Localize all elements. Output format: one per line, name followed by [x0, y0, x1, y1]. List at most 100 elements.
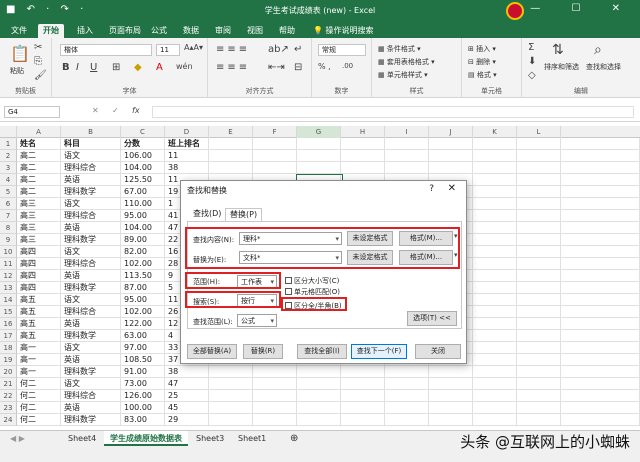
- table-cell[interactable]: 高三: [17, 234, 61, 246]
- table-cell[interactable]: 理科数学: [61, 366, 121, 378]
- table-cell[interactable]: [253, 138, 297, 150]
- table-cell[interactable]: 38: [165, 366, 209, 378]
- table-cell[interactable]: [297, 366, 341, 378]
- tab-find[interactable]: 查找(D): [189, 208, 225, 221]
- table-cell[interactable]: [341, 150, 385, 162]
- table-cell[interactable]: 高三: [17, 222, 61, 234]
- row-header[interactable]: 5: [0, 186, 17, 198]
- table-cell[interactable]: [253, 162, 297, 174]
- row-header[interactable]: 22: [0, 390, 17, 402]
- find-select-button[interactable]: 查找和选择: [586, 62, 621, 72]
- table-cell[interactable]: 何二: [17, 390, 61, 402]
- row-header[interactable]: 11: [0, 258, 17, 270]
- table-cell[interactable]: [297, 390, 341, 402]
- row-header[interactable]: 18: [0, 342, 17, 354]
- table-cell[interactable]: [473, 186, 517, 198]
- table-cell[interactable]: 高五: [17, 318, 61, 330]
- sheet-nav-arrows[interactable]: ◀ ▶: [4, 431, 31, 446]
- paste-button[interactable]: 粘贴: [10, 66, 24, 76]
- table-cell[interactable]: [473, 306, 517, 318]
- table-cell[interactable]: [209, 150, 253, 162]
- copy-icon[interactable]: ⎘: [34, 56, 42, 67]
- table-cell[interactable]: 英语: [61, 354, 121, 366]
- table-cell[interactable]: [341, 138, 385, 150]
- table-cell[interactable]: [517, 366, 561, 378]
- sort-filter-icon[interactable]: ⇅: [552, 42, 564, 58]
- table-cell[interactable]: 高二: [17, 150, 61, 162]
- close-button[interactable]: 关闭: [415, 344, 461, 359]
- look-in-select[interactable]: 公式 ▾: [237, 314, 277, 327]
- tab-view[interactable]: 视图: [242, 24, 268, 38]
- sheet-tab[interactable]: Sheet4: [62, 431, 102, 446]
- row-header[interactable]: 20: [0, 366, 17, 378]
- replace-button[interactable]: 替换(R): [243, 344, 283, 359]
- table-cell[interactable]: 高二: [17, 162, 61, 174]
- table-cell[interactable]: 91.00: [121, 366, 165, 378]
- table-cell[interactable]: [517, 210, 561, 222]
- table-cell[interactable]: [209, 162, 253, 174]
- table-cell[interactable]: [297, 150, 341, 162]
- row-header[interactable]: 12: [0, 270, 17, 282]
- column-header[interactable]: G: [297, 126, 341, 138]
- column-header[interactable]: D: [165, 126, 209, 138]
- table-header-cell[interactable]: 科目: [61, 138, 121, 150]
- tab-replace[interactable]: 替换(P): [225, 208, 263, 221]
- table-cell[interactable]: [253, 150, 297, 162]
- table-cell[interactable]: 理科数学: [61, 414, 121, 426]
- table-cell[interactable]: [561, 246, 640, 258]
- table-cell[interactable]: [209, 138, 253, 150]
- table-header-cell[interactable]: 班上排名: [165, 138, 209, 150]
- table-cell[interactable]: 高二: [17, 174, 61, 186]
- row-header[interactable]: 15: [0, 306, 17, 318]
- table-cell[interactable]: [561, 354, 640, 366]
- sort-filter-button[interactable]: 排序和筛选: [544, 62, 579, 72]
- table-cell[interactable]: [561, 198, 640, 210]
- table-cell[interactable]: [517, 294, 561, 306]
- row-header[interactable]: 10: [0, 246, 17, 258]
- table-cell[interactable]: 97.00: [121, 342, 165, 354]
- table-cell[interactable]: [297, 402, 341, 414]
- table-cell[interactable]: [253, 378, 297, 390]
- table-cell[interactable]: 100.00: [121, 402, 165, 414]
- column-header[interactable]: L: [517, 126, 561, 138]
- row-header[interactable]: 2: [0, 150, 17, 162]
- table-cell[interactable]: 何二: [17, 378, 61, 390]
- sheet-tab-active[interactable]: 学生成绩原始数据表: [104, 431, 188, 446]
- table-cell[interactable]: [517, 282, 561, 294]
- table-cell[interactable]: 何二: [17, 414, 61, 426]
- table-cell[interactable]: 106.00: [121, 150, 165, 162]
- table-cell[interactable]: 语文: [61, 378, 121, 390]
- number-format-select[interactable]: 常规: [318, 44, 366, 56]
- table-header-cell[interactable]: 姓名: [17, 138, 61, 150]
- row-header[interactable]: 17: [0, 330, 17, 342]
- table-cell[interactable]: 102.00: [121, 306, 165, 318]
- table-cell[interactable]: 高三: [17, 198, 61, 210]
- table-cell[interactable]: [385, 138, 429, 150]
- add-sheet-icon[interactable]: ⊕: [284, 431, 304, 446]
- table-cell[interactable]: 29: [165, 414, 209, 426]
- table-cell[interactable]: 理科综合: [61, 306, 121, 318]
- table-cell[interactable]: [473, 414, 517, 426]
- cell-styles-button[interactable]: ▦ 单元格样式 ▾: [378, 70, 428, 80]
- column-header[interactable]: K: [473, 126, 517, 138]
- table-cell[interactable]: [517, 390, 561, 402]
- row-header[interactable]: 16: [0, 318, 17, 330]
- table-cell[interactable]: [561, 270, 640, 282]
- column-header[interactable]: C: [121, 126, 165, 138]
- table-cell[interactable]: [517, 234, 561, 246]
- table-cell[interactable]: [561, 318, 640, 330]
- table-cell[interactable]: [473, 318, 517, 330]
- table-cell[interactable]: [429, 162, 473, 174]
- table-cell[interactable]: [561, 330, 640, 342]
- window-controls[interactable]: — ☐ ✕: [530, 3, 634, 14]
- table-cell[interactable]: [473, 354, 517, 366]
- row-header[interactable]: 23: [0, 402, 17, 414]
- find-select-icon[interactable]: ⌕: [594, 42, 602, 58]
- table-cell[interactable]: [297, 162, 341, 174]
- table-cell[interactable]: [561, 150, 640, 162]
- row-header[interactable]: 3: [0, 162, 17, 174]
- table-cell[interactable]: 高五: [17, 330, 61, 342]
- table-cell[interactable]: [473, 138, 517, 150]
- table-cell[interactable]: 95.00: [121, 210, 165, 222]
- table-cell[interactable]: [473, 378, 517, 390]
